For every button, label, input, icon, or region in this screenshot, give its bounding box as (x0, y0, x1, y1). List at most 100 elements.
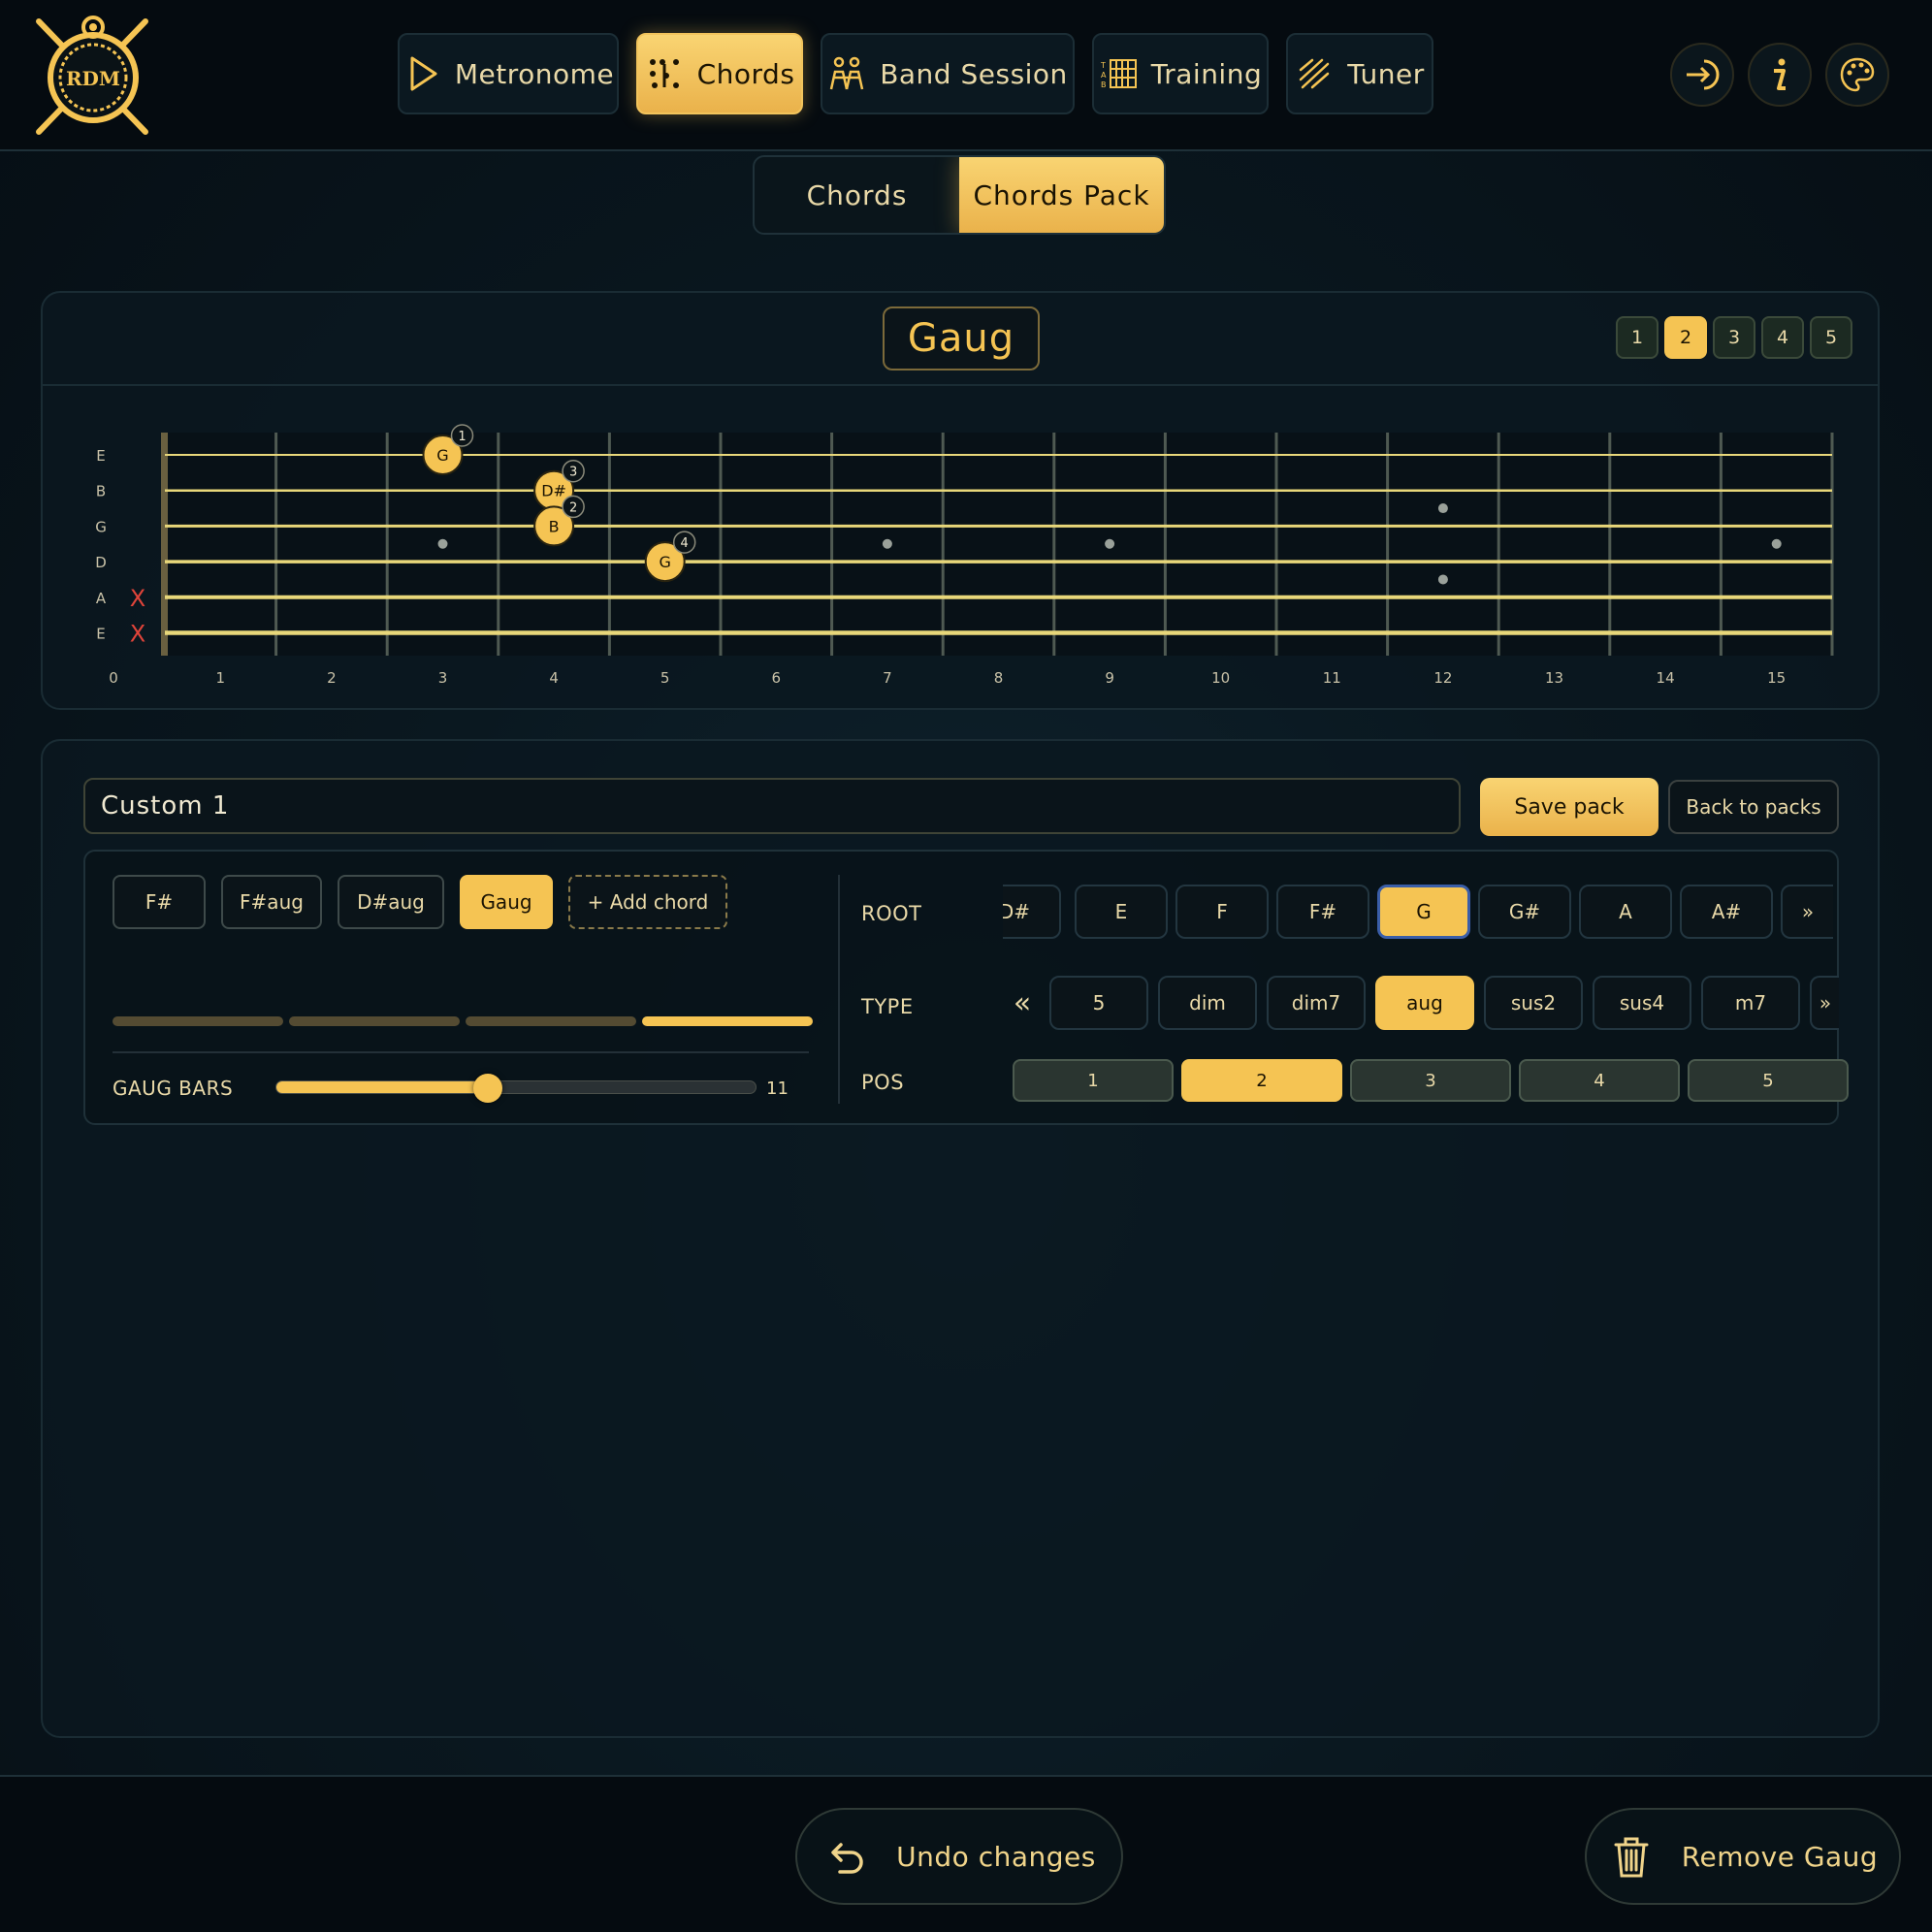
root-label: ROOT (861, 902, 922, 925)
nav-label-metronome: Metronome (454, 57, 615, 90)
type-5[interactable]: 5 (1049, 976, 1148, 1030)
string-label: B (96, 483, 106, 500)
info-icon (1774, 58, 1786, 90)
fret-number: 2 (327, 669, 337, 687)
login-icon (1687, 59, 1720, 90)
type-next-button[interactable]: » (1810, 976, 1839, 1030)
finger-number: 3 (569, 466, 577, 480)
back-to-packs-button[interactable]: Back to packs (1668, 780, 1839, 834)
fret-number: 7 (883, 669, 892, 687)
string-label: E (96, 626, 105, 643)
undo-icon (831, 1843, 863, 1874)
login-button[interactable] (1670, 43, 1734, 107)
inlay-dot (1105, 538, 1115, 549)
fret-number: 3 (438, 669, 448, 687)
type-dim[interactable]: dim (1158, 976, 1257, 1030)
fret-number: 8 (994, 669, 1004, 687)
play-icon (410, 56, 437, 91)
pos-button-2[interactable]: 2 (1181, 1059, 1342, 1102)
root-a[interactable]: A (1579, 885, 1672, 939)
fret-number: 4 (549, 669, 559, 687)
type-sus2[interactable]: sus2 (1484, 976, 1583, 1030)
undo-changes-button[interactable]: Undo changes (795, 1808, 1123, 1905)
trash-icon (1614, 1837, 1649, 1878)
inlay-dot (1437, 574, 1448, 585)
tab-chords[interactable]: Chords (755, 157, 959, 233)
bottom-bar: Undo changes Remove Gaug (0, 1775, 1932, 1932)
theme-button[interactable] (1825, 43, 1889, 107)
root-g[interactable]: G (1377, 885, 1470, 939)
svg-text:T: T (1100, 61, 1106, 70)
chord-chip-dsharp-aug[interactable]: D#aug (338, 875, 444, 929)
nav-training[interactable]: TAB Training (1092, 33, 1269, 114)
pos-button-3[interactable]: 3 (1350, 1059, 1511, 1102)
info-button[interactable] (1748, 43, 1812, 107)
inlay-dot (437, 538, 448, 549)
chord-chip-fsharp[interactable]: F# (113, 875, 206, 929)
pack-editor-panel: Custom 1 Save pack Back to packs F# F#au… (41, 739, 1880, 1738)
bars-value: 11 (766, 1079, 789, 1099)
sequence-segment[interactable] (289, 1016, 460, 1026)
root-asharp[interactable]: A# (1680, 885, 1773, 939)
fret-number: 0 (109, 669, 118, 687)
sequence-segment-active[interactable] (642, 1016, 813, 1026)
nav-chords[interactable]: Chords (636, 33, 803, 114)
training-icon: TAB (1100, 59, 1137, 89)
tuner-icon (1299, 58, 1330, 89)
pos-button-1[interactable]: 1 (1013, 1059, 1174, 1102)
add-chord-button[interactable]: + Add chord (568, 875, 727, 929)
svg-text:A: A (1101, 71, 1107, 80)
type-prev-button[interactable]: « (1003, 976, 1042, 1030)
fret-number: 13 (1545, 669, 1563, 687)
nav-label-tuner: Tuner (1347, 57, 1425, 90)
main-nav: Metronome Chords Band Session TAB Traini… (0, 33, 1932, 116)
finger-number: 1 (458, 430, 466, 444)
undo-label: Undo changes (896, 1840, 1096, 1873)
finger-number: 4 (681, 536, 689, 551)
fret-number: 14 (1657, 669, 1675, 687)
nav-label-band-session: Band Session (880, 57, 1068, 90)
mute-icon: X (130, 585, 145, 612)
type-m7[interactable]: m7 (1701, 976, 1800, 1030)
tab-chords-pack[interactable]: Chords Pack (959, 157, 1164, 233)
top-bar: RDM Metronome Chords Band Session TAB Tr… (0, 0, 1932, 151)
type-aug[interactable]: aug (1375, 976, 1474, 1030)
sequence-segment[interactable] (466, 1016, 636, 1026)
root-gsharp[interactable]: G# (1478, 885, 1571, 939)
root-dsharp[interactable]: D# (1003, 885, 1061, 939)
pack-name-input[interactable]: Custom 1 (83, 778, 1461, 834)
pos-button-4[interactable]: 4 (1519, 1059, 1680, 1102)
string-label: E (96, 447, 105, 465)
chord-chip-gaug[interactable]: Gaug (460, 875, 553, 929)
fret-number: 1 (216, 669, 226, 687)
bars-slider-thumb[interactable] (473, 1074, 503, 1103)
root-e[interactable]: E (1075, 885, 1168, 939)
root-next-button[interactable]: » (1781, 885, 1833, 939)
sequence-segment[interactable] (113, 1016, 283, 1026)
fret-number: 12 (1433, 669, 1452, 687)
string-label: D (95, 554, 107, 571)
type-dim7[interactable]: dim7 (1267, 976, 1366, 1030)
type-sus4[interactable]: sus4 (1593, 976, 1691, 1030)
bars-slider[interactable] (275, 1074, 757, 1103)
subtab-bar: Chords Chords Pack (753, 155, 1166, 235)
nav-metronome[interactable]: Metronome (398, 33, 619, 114)
root-fsharp[interactable]: F# (1276, 885, 1369, 939)
pos-button-5[interactable]: 5 (1688, 1059, 1849, 1102)
nav-label-training: Training (1150, 57, 1263, 90)
chord-chip-fsharp-aug[interactable]: F#aug (221, 875, 322, 929)
fretboard-panel: Gaug 1 2 3 4 5 E B G D A E X X 0 1 2 3 4 5 6 7 8 9 10 11 12 1… (41, 291, 1880, 710)
pos-label: POS (861, 1071, 905, 1094)
nav-tuner[interactable]: Tuner (1286, 33, 1433, 114)
remove-chord-button[interactable]: Remove Gaug (1585, 1808, 1901, 1905)
save-pack-button[interactable]: Save pack (1480, 778, 1658, 836)
chevron-right-icon: » (1801, 900, 1815, 923)
nav-band-session[interactable]: Band Session (821, 33, 1075, 114)
note-label: G (436, 446, 448, 465)
vertical-divider (838, 875, 840, 1104)
svg-text:B: B (1101, 80, 1107, 89)
chord-editor-box: F# F#aug D#aug Gaug + Add chord GAUG BAR… (83, 850, 1849, 1125)
fret-number: 6 (772, 669, 782, 687)
root-f[interactable]: F (1175, 885, 1269, 939)
mute-icon: X (130, 621, 145, 648)
